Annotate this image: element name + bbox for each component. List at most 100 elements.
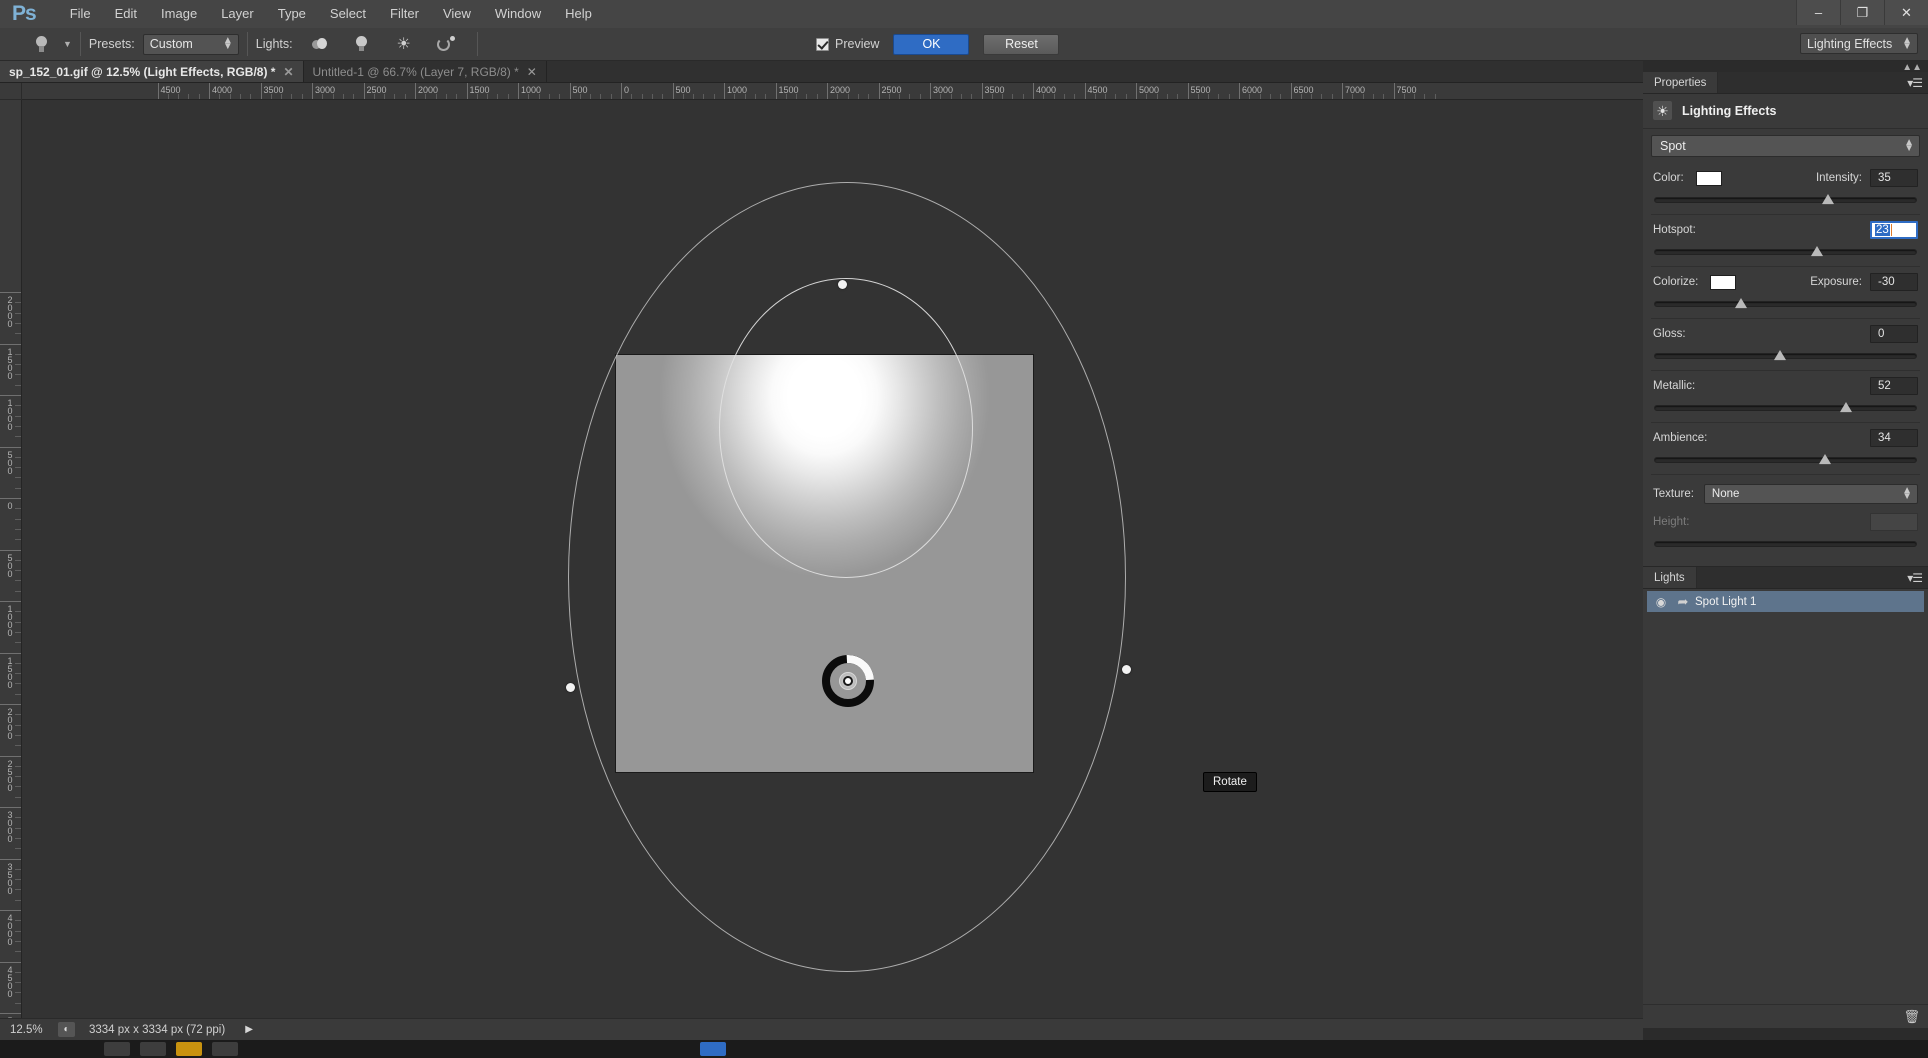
menu-filter[interactable]: Filter: [378, 0, 431, 28]
menu-type[interactable]: Type: [266, 0, 318, 28]
ruler-minor-tick: [857, 94, 859, 99]
spot-light-button[interactable]: ☀: [391, 32, 417, 56]
horizontal-ruler[interactable]: 4500 4000 3500 3000 2500 2000 1500 1000 500 0 500 1…: [22, 83, 1643, 100]
slider-thumb[interactable]: [1734, 298, 1747, 308]
menu-help[interactable]: Help: [553, 0, 604, 28]
new-light-button[interactable]: [433, 32, 459, 56]
ruler-label: 2000: [5, 295, 15, 327]
light-type-select[interactable]: Spot ▲ ▼: [1651, 135, 1920, 157]
ruler-minor-tick: [250, 94, 252, 99]
metallic-slider[interactable]: [1654, 401, 1917, 415]
close-button[interactable]: ✕: [1884, 0, 1928, 25]
ruler-minor-tick: [15, 611, 21, 613]
eye-icon[interactable]: ◉: [1651, 595, 1671, 609]
handle-top[interactable]: [838, 280, 847, 289]
close-icon[interactable]: ✕: [283, 65, 293, 79]
preview-checkbox[interactable]: [816, 37, 829, 51]
document-tab-1[interactable]: Untitled-1 @ 66.7% (Layer 7, RGB/8) * ✕: [304, 61, 547, 82]
ruler-tick: [878, 83, 880, 99]
taskbar-item[interactable]: [212, 1042, 238, 1056]
exposure-slider[interactable]: [1654, 297, 1917, 311]
ruler-minor-tick: [15, 415, 21, 417]
menu-edit[interactable]: Edit: [103, 0, 149, 28]
chevron-down-icon[interactable]: ▼: [63, 39, 72, 49]
reset-button[interactable]: Reset: [983, 33, 1060, 55]
hotspot-slider[interactable]: [1654, 245, 1917, 259]
stepper-icon: ▲ ▼: [1902, 34, 1912, 52]
ruler-minor-tick: [15, 374, 21, 376]
workspace-switcher[interactable]: Lighting Effects ▲ ▼: [1800, 33, 1918, 54]
ambience-slider[interactable]: [1654, 453, 1917, 467]
ruler-minor-tick: [15, 364, 21, 366]
metallic-field[interactable]: 52: [1870, 377, 1918, 395]
collapse-panel-icon[interactable]: ▲▲: [1902, 62, 1922, 73]
tab-properties[interactable]: Properties: [1643, 72, 1719, 93]
intensity-label: Intensity:: [1815, 172, 1862, 184]
preview-toggle[interactable]: Preview: [816, 37, 879, 51]
preview-label: Preview: [835, 37, 880, 51]
document-tab-0[interactable]: sp_152_01.gif @ 12.5% (Light Effects, RG…: [0, 61, 304, 82]
ruler-minor-tick: [15, 734, 21, 736]
slider-thumb[interactable]: [1774, 350, 1787, 360]
gloss-slider[interactable]: [1654, 349, 1917, 363]
document-info-icon[interactable]: ◐: [58, 1022, 75, 1037]
ruler-minor-tick: [950, 94, 952, 99]
infinite-light-button[interactable]: [307, 32, 333, 56]
taskbar-item[interactable]: [700, 1042, 726, 1056]
current-tool-icon[interactable]: [26, 31, 56, 57]
ruler-minor-tick: [1177, 94, 1179, 99]
slider-thumb[interactable]: [1839, 402, 1852, 412]
light-list-item[interactable]: ◉ ➦ Spot Light 1: [1647, 591, 1924, 612]
texture-select[interactable]: None ▲ ▼: [1703, 484, 1918, 504]
taskbar-item[interactable]: [140, 1042, 166, 1056]
presets-select[interactable]: Custom ▲ ▼: [142, 33, 239, 55]
ruler-minor-tick: [15, 693, 21, 695]
ruler-minor-tick: [1156, 94, 1158, 99]
trash-icon[interactable]: 🗑: [1903, 1009, 1920, 1025]
menu-window[interactable]: Window: [483, 0, 553, 28]
restore-button[interactable]: ❐: [1840, 0, 1884, 25]
colorize-swatch[interactable]: [1710, 274, 1737, 290]
ruler-minor-tick: [734, 94, 736, 99]
ok-button[interactable]: OK: [893, 33, 970, 55]
ruler-tick: [569, 83, 571, 99]
light-hotspot-ellipse[interactable]: [719, 278, 973, 578]
menu-image[interactable]: Image: [149, 0, 209, 28]
color-swatch[interactable]: [1695, 170, 1722, 186]
handle-right[interactable]: [1122, 665, 1131, 674]
slider-thumb[interactable]: [1811, 246, 1824, 256]
ruler-minor-tick: [15, 940, 21, 942]
minimize-button[interactable]: –: [1796, 0, 1840, 25]
menu-file[interactable]: File: [58, 0, 103, 28]
point-light-button[interactable]: [349, 32, 375, 56]
ambience-field[interactable]: 34: [1870, 429, 1918, 447]
panel-menu-icon[interactable]: ▾☰: [1907, 571, 1923, 585]
panel-menu-icon[interactable]: ▾☰: [1907, 76, 1923, 90]
taskbar-item[interactable]: [176, 1042, 202, 1056]
light-center-gizmo[interactable]: [811, 644, 885, 718]
ruler-minor-tick: [1218, 94, 1220, 99]
canvas-area[interactable]: Rotate: [22, 100, 1643, 1028]
slider-thumb[interactable]: [1821, 194, 1834, 204]
menu-view[interactable]: View: [431, 0, 483, 28]
ruler-minor-tick: [1311, 94, 1313, 99]
menu-select[interactable]: Select: [318, 0, 378, 28]
ruler-minor-tick: [507, 94, 509, 99]
slider-thumb[interactable]: [1818, 454, 1831, 464]
status-expand-arrow[interactable]: ▶: [245, 1024, 253, 1035]
menu-layer[interactable]: Layer: [209, 0, 266, 28]
hotspot-field[interactable]: 23: [1870, 221, 1918, 239]
close-icon[interactable]: ✕: [527, 65, 537, 79]
zoom-level[interactable]: 12.5%: [0, 1024, 58, 1036]
handle-left[interactable]: [566, 683, 575, 692]
tab-lights[interactable]: Lights: [1643, 567, 1697, 588]
exposure-field[interactable]: -30: [1870, 273, 1918, 291]
ruler-minor-tick: [1146, 94, 1148, 99]
intensity-field[interactable]: 35: [1870, 169, 1918, 187]
intensity-slider[interactable]: [1654, 193, 1917, 207]
taskbar-item[interactable]: [104, 1042, 130, 1056]
vertical-ruler[interactable]: 2000 1500 1000 500 0 500 1000 1500 2000 2500 3000 3…: [0, 100, 22, 1028]
texture-value: None: [1711, 488, 1740, 500]
ruler-minor-tick: [15, 817, 21, 819]
gloss-field[interactable]: 0: [1870, 325, 1918, 343]
